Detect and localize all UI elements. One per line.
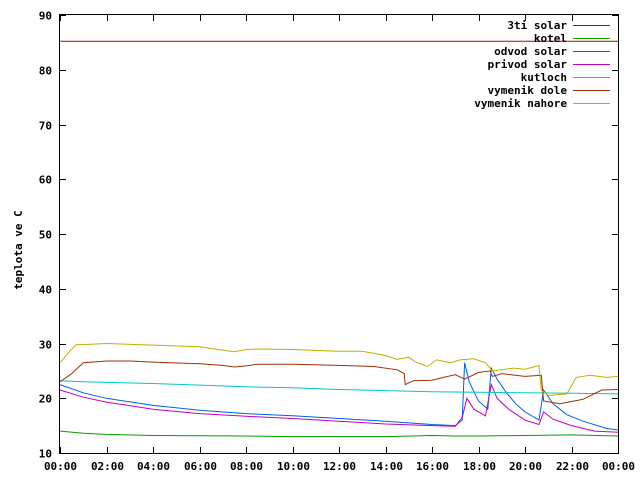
series-line bbox=[59, 430, 619, 438]
y-tick-label: 30 bbox=[39, 339, 52, 352]
series-line bbox=[59, 362, 619, 431]
x-tick-label: 00:00 bbox=[44, 460, 77, 473]
legend-label: 3ti solar bbox=[507, 19, 567, 32]
y-tick-label: 20 bbox=[39, 393, 52, 406]
y-tick-label: 10 bbox=[39, 448, 52, 461]
legend-label: vymenik nahore bbox=[474, 97, 567, 110]
series-line bbox=[59, 342, 619, 397]
y-tick-label: 40 bbox=[39, 284, 52, 297]
y-axis-label: teplota ve C bbox=[12, 210, 25, 289]
y-tick-label: 60 bbox=[39, 174, 52, 187]
x-tick-label: 08:00 bbox=[230, 460, 263, 473]
legend-label: kotel bbox=[534, 32, 567, 45]
x-tick-label: 18:00 bbox=[463, 460, 496, 473]
x-tick-label: 00:00 bbox=[602, 460, 635, 473]
legend-label: kutloch bbox=[521, 71, 567, 84]
x-tick-label: 14:00 bbox=[370, 460, 403, 473]
x-tick-label: 06:00 bbox=[184, 460, 217, 473]
legend: 3ti solarkotelodvod solarprivod solarkut… bbox=[474, 19, 610, 110]
x-tick-label: 04:00 bbox=[137, 460, 170, 473]
y-tick-label: 70 bbox=[39, 120, 52, 133]
x-tick-label: 20:00 bbox=[509, 460, 542, 473]
x-tick-label: 10:00 bbox=[277, 460, 310, 473]
x-tick-label: 02:00 bbox=[91, 460, 124, 473]
series-line bbox=[59, 380, 619, 395]
temperature-chart: 10 20 30 40 50 60 70 80 90 00:00 02:00 04:00 06:00 0… bbox=[12, 10, 635, 474]
series-line bbox=[59, 382, 619, 433]
x-tick-label: 16:00 bbox=[416, 460, 449, 473]
legend-label: vymenik dole bbox=[488, 84, 568, 97]
legend-label: privod solar bbox=[488, 58, 568, 71]
legend-label: odvod solar bbox=[494, 45, 567, 58]
series-line bbox=[59, 360, 619, 405]
x-tick-label: 22:00 bbox=[556, 460, 589, 473]
y-tick-label: 80 bbox=[39, 65, 52, 78]
y-tick-label: 90 bbox=[39, 10, 52, 23]
y-tick-label: 50 bbox=[39, 229, 52, 242]
x-tick-label: 12:00 bbox=[323, 460, 356, 473]
